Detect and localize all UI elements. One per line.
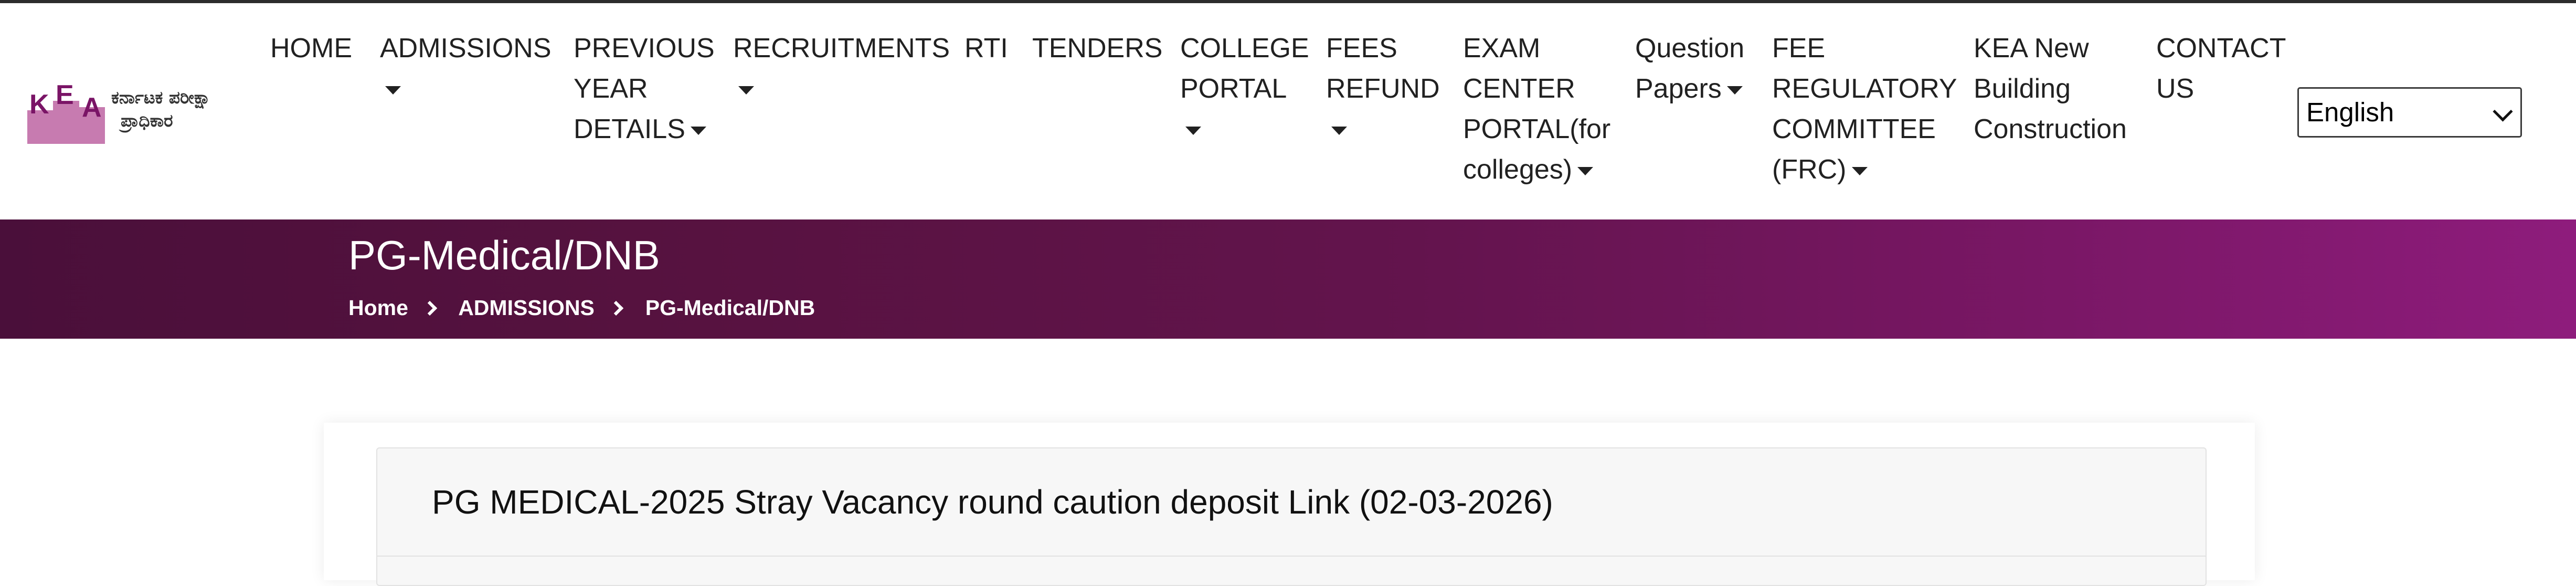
chevron-down-icon — [2493, 101, 2513, 122]
nav-item-label: Question — [1635, 33, 1745, 64]
notice-title[interactable]: PG MEDICAL-2025 Stray Vacancy round caut… — [432, 480, 1553, 524]
caret-down-icon — [385, 86, 401, 95]
nav-item-fees-refund[interactable]: FEES REFUND — [1326, 28, 1440, 150]
nav-item-question-papers[interactable]: Question Papers — [1635, 28, 1744, 109]
nav-item-label: PREVIOUS — [574, 33, 715, 64]
nav-item-label: PORTAL(for — [1463, 114, 1611, 144]
nav-item-label: US — [2156, 74, 2195, 104]
panel-divider — [377, 556, 2206, 557]
content-card: PG MEDICAL-2025 Stray Vacancy round caut… — [324, 423, 2255, 586]
caret-down-icon — [1577, 167, 1594, 176]
caret-down-icon — [1185, 127, 1201, 135]
nav-item-caret-row — [733, 69, 950, 109]
breadcrumb-current: PG-Medical/DNB — [645, 296, 815, 320]
main-nav: HOME ADMISSIONS PREVIOUS YEAR DETAILS RECRUIT… — [0, 3, 2576, 219]
nav-item-caret-row — [380, 69, 552, 109]
nav-item-label: (FRC) — [1772, 150, 1957, 190]
nav-item-label: Construction — [1974, 114, 2127, 144]
nav-item-college-portal[interactable]: COLLEGE PORTAL — [1180, 28, 1309, 150]
nav-item-previous-year-details[interactable]: PREVIOUS YEAR DETAILS — [574, 28, 715, 150]
nav-item-caret-row — [1326, 109, 1440, 150]
nav-item-label: COMMITTEE — [1772, 114, 1936, 144]
nav-item-label: CONTACT — [2156, 33, 2286, 64]
nav-item-label: FEE — [1772, 33, 1826, 64]
nav-item-label: colleges) — [1463, 150, 1610, 190]
breadcrumb-admissions[interactable]: ADMISSIONS — [458, 296, 595, 320]
language-select[interactable]: English — [2297, 87, 2522, 138]
nav-item-label: TENDERS — [1032, 33, 1163, 64]
breadcrumb: Home ADMISSIONS PG-Medical/DNB — [348, 294, 815, 321]
caret-down-icon — [738, 86, 754, 95]
nav-item-caret-row — [1180, 109, 1309, 150]
nav-item-recruitments[interactable]: RECRUITMENTS — [733, 28, 950, 109]
nav-item-label: CENTER — [1463, 74, 1575, 104]
nav-item-label: RTI — [964, 33, 1008, 64]
nav-item-label: COLLEGE — [1180, 33, 1309, 64]
caret-down-icon — [1331, 127, 1347, 135]
nav-item-label: REFUND — [1326, 74, 1440, 104]
nav-item-fee-regulatory-committee-frc[interactable]: FEE REGULATORY COMMITTEE (FRC) — [1772, 28, 1957, 190]
nav-item-label: HOME — [270, 33, 352, 64]
nav-item-label: ADMISSIONS — [380, 33, 552, 64]
nav-item-kea-new-building-construction[interactable]: KEA New Building Construction — [1974, 28, 2127, 150]
notice-panel: PG MEDICAL-2025 Stray Vacancy round caut… — [376, 447, 2207, 586]
caret-down-icon — [690, 127, 706, 135]
nav-item-label: REGULATORY — [1772, 74, 1957, 104]
nav-item-tenders[interactable]: TENDERS — [1032, 28, 1162, 69]
nav-item-exam-center-portal-for-colleges[interactable]: EXAM CENTER PORTAL(for colleges) — [1463, 28, 1610, 190]
nav-item-contact-us[interactable]: CONTACT US — [2156, 28, 2286, 109]
breadcrumb-home[interactable]: Home — [348, 296, 408, 320]
caret-down-icon — [1726, 86, 1743, 95]
nav-item-label: Papers — [1635, 69, 1744, 109]
chevron-right-icon — [609, 301, 624, 316]
caret-down-icon — [1851, 167, 1868, 176]
nav-item-label: RECRUITMENTS — [733, 33, 950, 64]
nav-item-label: PORTAL — [1180, 74, 1287, 104]
nav-item-label: EXAM — [1463, 33, 1541, 64]
nav-item-label: DETAILS — [574, 109, 715, 150]
nav-item-label: Building — [1974, 74, 2071, 104]
nav-item-label: FEES — [1326, 33, 1397, 64]
nav-item-home[interactable]: HOME — [270, 28, 352, 69]
site-header: K E A ಕರ್ನಾಟಕ ಪರೀಕ್ಷಾ ಪ್ರಾಧಿಕಾರ HOME ADMI… — [0, 3, 2576, 219]
nav-item-admissions[interactable]: ADMISSIONS — [380, 28, 552, 109]
chevron-right-icon — [422, 301, 438, 316]
nav-item-label: KEA New — [1974, 33, 2089, 64]
language-select-value: English — [2306, 97, 2394, 127]
nav-item-rti[interactable]: RTI — [964, 28, 1008, 69]
nav-item-label: YEAR — [574, 74, 648, 104]
page-title: PG-Medical/DNB — [348, 232, 660, 278]
page-banner: PG-Medical/DNB Home ADMISSIONS PG-Medica… — [0, 219, 2576, 339]
